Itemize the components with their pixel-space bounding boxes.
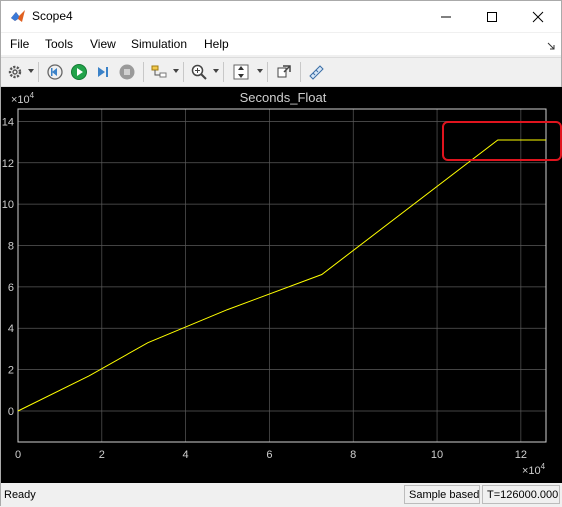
y-tick-label: 6: [8, 282, 14, 294]
run-button[interactable]: [68, 61, 90, 83]
step-forward-icon: [98, 67, 108, 77]
minimize-button[interactable]: [423, 1, 469, 32]
menu-view[interactable]: View: [90, 37, 116, 51]
run-icon: [71, 64, 87, 80]
step-forward-button[interactable]: [92, 61, 114, 83]
y-tick-label: 12: [2, 158, 14, 170]
zoom-icon: [191, 64, 207, 80]
x-tick-label: 6: [266, 449, 272, 461]
sample-mode-indicator: Sample based: [404, 485, 480, 504]
x-tick-label: 2: [99, 449, 105, 461]
y-tick-label: 14: [2, 116, 14, 128]
x-tick-label: 0: [15, 449, 21, 461]
plot-title: Seconds_Float: [240, 90, 327, 105]
matlab-logo-icon: [10, 8, 26, 24]
highlight-simulink-block-button[interactable]: [273, 61, 295, 83]
scope-window: Scope4 File Tools View Simulation Help 0…: [0, 0, 562, 507]
menu-simulation[interactable]: Simulation: [131, 37, 187, 51]
y-tick-label: 10: [2, 199, 14, 211]
signal-selector-dropdown-icon[interactable]: [173, 69, 179, 73]
measurements-icon: [309, 65, 324, 80]
toolbar-separator: [267, 62, 268, 82]
x-tick-label: 8: [350, 449, 356, 461]
toolbar-separator: [223, 62, 224, 82]
y-tick-label: 8: [8, 241, 14, 253]
x-tick-label: 4: [183, 449, 189, 461]
maximize-icon: [487, 11, 497, 22]
highlight-simulink-block-icon: [277, 65, 291, 78]
signal-selector-button[interactable]: [148, 61, 170, 83]
measurements-button[interactable]: [305, 61, 327, 83]
step-back-icon: [47, 64, 63, 80]
y-exponent-label: ×104: [11, 91, 35, 106]
settings-dropdown-icon[interactable]: [28, 69, 34, 73]
y-tick-label: 4: [8, 323, 14, 335]
stop-button[interactable]: [116, 61, 138, 83]
y-tick-label: 2: [8, 365, 14, 377]
minimize-icon: [441, 16, 451, 17]
configuration-properties-button[interactable]: [5, 61, 25, 83]
x-exponent-label: ×104: [522, 462, 546, 477]
toolbar-separator: [183, 62, 184, 82]
zoom-dropdown-icon[interactable]: [213, 69, 219, 73]
status-text: Ready: [4, 489, 36, 501]
toolbar-separator: [38, 62, 39, 82]
signal-selector-icon: [151, 65, 167, 78]
window-title: Scope4: [32, 9, 73, 23]
x-tick-label: 12: [515, 449, 527, 461]
toolbar: [1, 57, 561, 87]
menu-tools[interactable]: Tools: [45, 37, 73, 51]
zoom-button[interactable]: [188, 61, 210, 83]
close-icon: [532, 11, 544, 22]
menu-help[interactable]: Help: [204, 37, 229, 51]
maximize-button[interactable]: [469, 1, 515, 32]
y-tick-label: 0: [8, 406, 14, 418]
close-button[interactable]: [515, 1, 561, 32]
collapse-menu-arrow-icon[interactable]: [547, 39, 555, 53]
highlight-annotation: [442, 121, 562, 161]
autoscale-button[interactable]: [230, 61, 252, 83]
autoscale-dropdown-icon[interactable]: [257, 69, 263, 73]
step-back-button[interactable]: [44, 61, 66, 83]
toolbar-separator: [143, 62, 144, 82]
stop-icon: [119, 64, 135, 80]
menu-bar: File Tools View Simulation Help: [1, 33, 561, 55]
status-bar: Ready Sample based T=126000.000: [1, 483, 562, 507]
menu-file[interactable]: File: [10, 37, 29, 51]
toolbar-separator: [300, 62, 301, 82]
title-bar[interactable]: Scope4: [1, 1, 561, 32]
autoscale-icon: [233, 64, 249, 80]
simulation-time-indicator: T=126000.000: [482, 485, 560, 504]
series-line: [17, 139, 546, 412]
settings-icon: [8, 65, 22, 79]
x-tick-label: 10: [431, 449, 443, 461]
